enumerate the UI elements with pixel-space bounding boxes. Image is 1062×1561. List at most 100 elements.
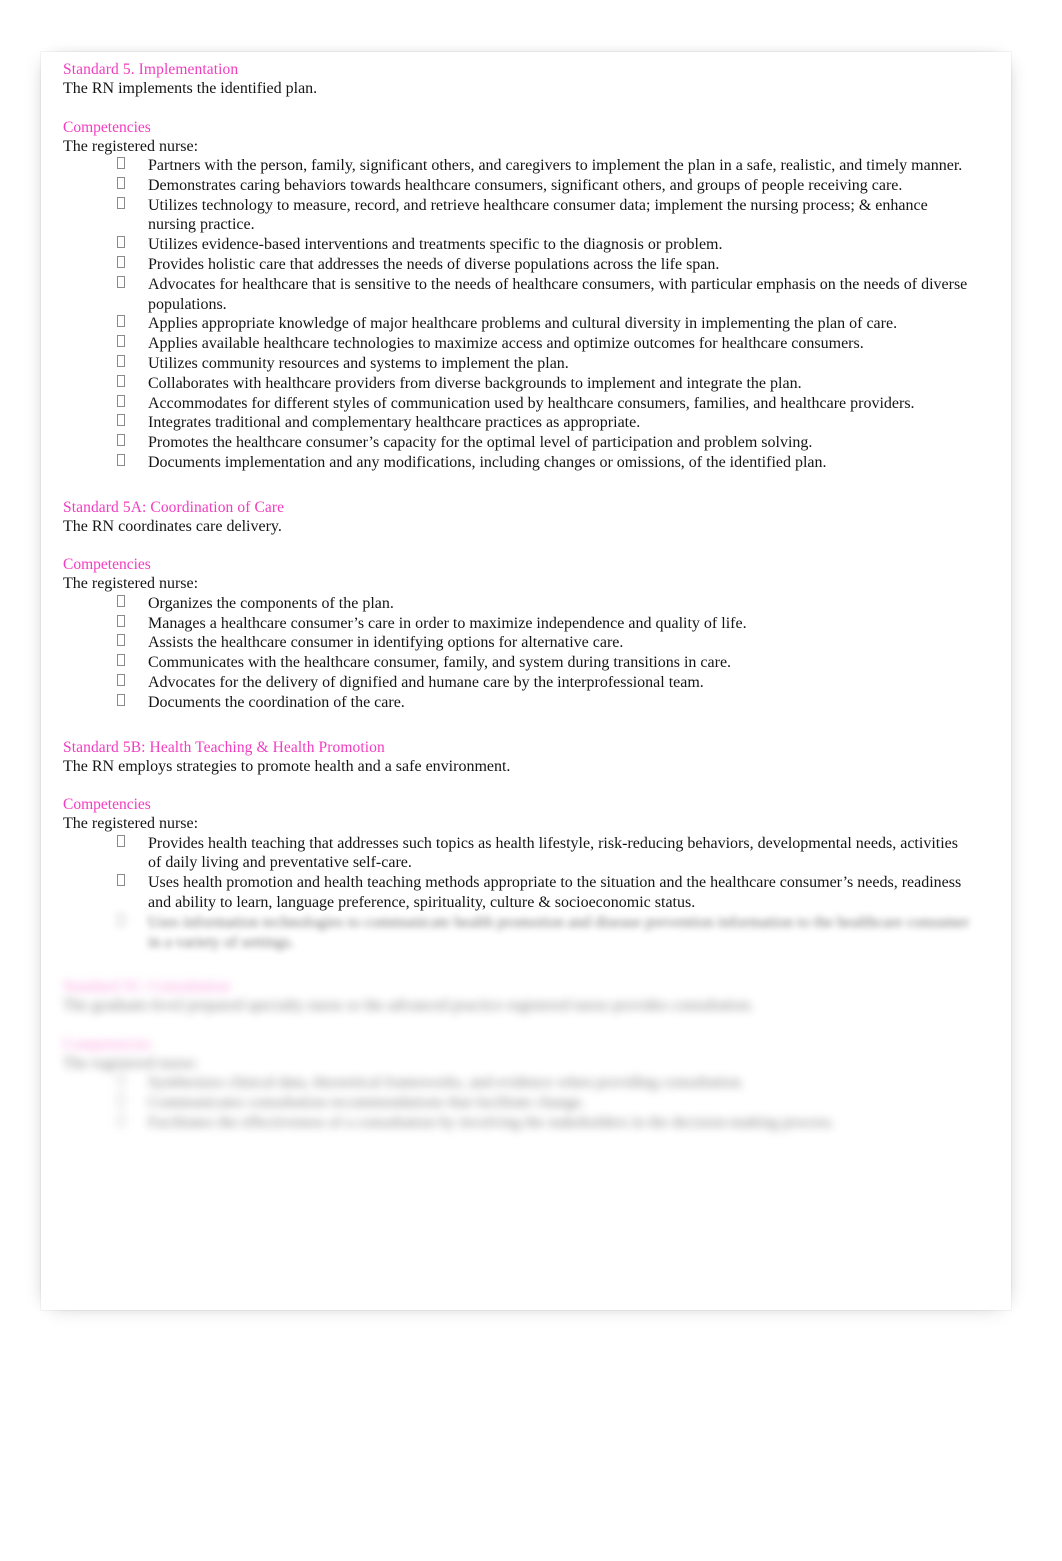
list-item: Accommodates for different styles of com…: [63, 394, 973, 414]
bullet-box-icon: [117, 654, 125, 667]
bullet-box-icon: [117, 673, 125, 686]
competencies-intro: The registered nurse:: [63, 137, 199, 155]
obscured-section-region: Standard 5C: Consultation The graduate-l…: [63, 977, 973, 1132]
list-item-text: Utilizes community resources and systems…: [148, 354, 569, 372]
list-item: Documents implementation and any modific…: [63, 453, 973, 473]
list-item: Advocates for the delivery of dignified …: [63, 673, 973, 693]
list-item-text: Uses health promotion and health teachin…: [148, 874, 962, 911]
list-item-text: Applies appropriate knowledge of major h…: [148, 315, 898, 333]
list-item: Integrates traditional and complementary…: [63, 413, 973, 433]
list-item-text: Manages a healthcare consumer’s care in …: [148, 614, 747, 632]
list-item: Demonstrates caring behaviors towards he…: [63, 176, 973, 196]
list-item: Communicates with the healthcare consume…: [63, 653, 973, 673]
list-item-text: Advocates for healthcare that is sensiti…: [148, 275, 968, 313]
bullet-box-icon: [117, 834, 125, 847]
bullet-box-icon: [117, 196, 125, 209]
competency-list-obscured: Synthesizes clinical data, theoretical f…: [63, 1073, 973, 1132]
list-item-text: Organizes the components of the plan.: [148, 594, 394, 612]
list-item: Promotes the healthcare consumer’s capac…: [63, 433, 973, 453]
list-item: Communicates consultation recommendation…: [63, 1093, 973, 1113]
competency-list: Provides health teaching that addresses …: [63, 834, 973, 913]
competencies-label: Competencies: [63, 796, 151, 814]
preview-fade-overlay: [41, 1190, 1011, 1310]
list-item-text: Integrates traditional and complementary…: [148, 414, 641, 432]
list-item-text: Communicates with the healthcare consume…: [148, 654, 732, 672]
competencies-intro: The registered nurse:: [63, 815, 199, 833]
bullet-box-icon: [117, 453, 125, 466]
list-item: Utilizes community resources and systems…: [63, 354, 973, 374]
list-item: Applies available healthcare technologie…: [63, 334, 973, 354]
list-item: Provides health teaching that addresses …: [63, 834, 973, 874]
list-item-text: Collaborates with healthcare providers f…: [148, 374, 802, 392]
list-item-text: Uses information technologies to communi…: [148, 913, 970, 951]
list-item: Uses information technologies to communi…: [63, 913, 973, 953]
list-item: Uses health promotion and health teachin…: [63, 873, 973, 913]
section-heading-obscured: Standard 5C: Consultation: [63, 978, 230, 996]
list-item: Partners with the person, family, signif…: [63, 156, 973, 176]
section-statement: The RN employs strategies to promote hea…: [63, 757, 511, 775]
list-item: Synthesizes clinical data, theoretical f…: [63, 1073, 973, 1093]
list-item-text: Promotes the healthcare consumer’s capac…: [148, 434, 813, 452]
competency-list: Organizes the components of the plan. Ma…: [63, 594, 973, 713]
competency-list: Partners with the person, family, signif…: [63, 156, 973, 473]
list-item-text: Assists the healthcare consumer in ident…: [148, 634, 624, 652]
list-item: Organizes the components of the plan.: [63, 594, 973, 614]
list-item: Utilizes technology to measure, record, …: [63, 196, 973, 236]
document-page: Standard 5. Implementation The RN implem…: [41, 52, 1011, 1310]
bullet-box-icon: [117, 176, 125, 189]
section-standard-5a: Standard 5A: Coordination of Care The RN…: [63, 498, 973, 713]
list-item: Utilizes evidence-based interventions an…: [63, 235, 973, 255]
bullet-box-icon: [117, 913, 125, 926]
bullet-box-icon: [117, 315, 125, 328]
competencies-label-obscured: Competencies: [63, 1035, 151, 1053]
bullet-box-icon: [117, 414, 125, 427]
bullet-box-icon: [117, 874, 125, 887]
list-item-text: Communicates consultation recommendation…: [148, 1094, 586, 1112]
list-item: Facilitates the effectiveness of a consu…: [63, 1113, 973, 1133]
competency-list-obscured: Uses information technologies to communi…: [63, 913, 973, 953]
competencies-intro: The registered nurse:: [63, 575, 199, 593]
section-heading: Standard 5A: Coordination of Care: [63, 498, 285, 516]
bullet-box-icon: [117, 354, 125, 367]
section-statement: The RN coordinates care delivery.: [63, 517, 282, 535]
list-item: Applies appropriate knowledge of major h…: [63, 314, 973, 334]
obscured-content-region: Uses information technologies to communi…: [63, 913, 973, 953]
bullet-box-icon: [117, 157, 125, 169]
bullet-box-icon: [117, 335, 125, 348]
bullet-box-icon: [117, 1113, 125, 1126]
list-item-text: Utilizes evidence-based interventions an…: [148, 236, 723, 254]
list-item: Collaborates with healthcare providers f…: [63, 374, 973, 394]
list-item: Assists the healthcare consumer in ident…: [63, 633, 973, 653]
list-item-text: Utilizes technology to measure, record, …: [148, 196, 928, 234]
section-standard-5b: Standard 5B: Health Teaching & Health Pr…: [63, 738, 973, 913]
list-item: Manages a healthcare consumer’s care in …: [63, 614, 973, 634]
bullet-box-icon: [117, 634, 125, 647]
bullet-box-icon: [117, 434, 125, 447]
section-statement-obscured: The graduate-level prepared specialty nu…: [63, 997, 754, 1015]
bullet-box-icon: [117, 275, 125, 288]
competencies-label: Competencies: [63, 556, 151, 574]
list-item-text: Advocates for the delivery of dignified …: [148, 673, 704, 691]
competencies-label: Competencies: [63, 118, 151, 136]
list-item-text: Partners with the person, family, signif…: [148, 157, 963, 174]
section-heading: Standard 5B: Health Teaching & Health Pr…: [63, 738, 385, 756]
list-item-text: Demonstrates caring behaviors towards he…: [148, 176, 903, 194]
bullet-box-icon: [117, 594, 125, 607]
list-item-text: Documents implementation and any modific…: [148, 453, 827, 471]
list-item: Advocates for healthcare that is sensiti…: [63, 275, 973, 315]
list-item-text: Accommodates for different styles of com…: [148, 394, 915, 412]
list-item: Documents the coordination of the care.: [63, 693, 973, 713]
document-body: Standard 5. Implementation The RN implem…: [63, 60, 973, 1133]
bullet-box-icon: [117, 394, 125, 407]
bullet-box-icon: [117, 374, 125, 387]
list-item-text: Documents the coordination of the care.: [148, 693, 405, 711]
list-item-text: Synthesizes clinical data, theoretical f…: [148, 1074, 745, 1092]
section-heading: Standard 5. Implementation: [63, 61, 239, 78]
